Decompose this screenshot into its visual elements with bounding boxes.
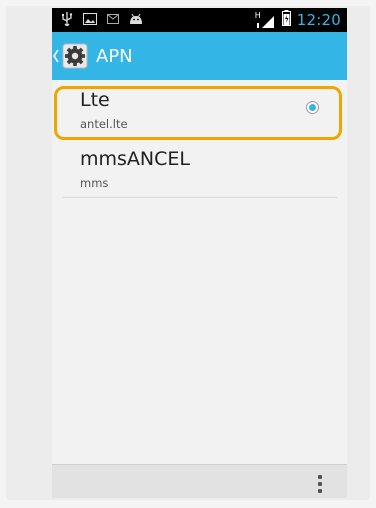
system-status-icons: H 12:20 <box>254 10 341 30</box>
apn-value: antel.lte <box>80 117 128 131</box>
settings-gear-icon[interactable] <box>62 43 88 69</box>
apn-name: mmsANCEL <box>80 148 190 170</box>
image-icon <box>83 12 97 26</box>
apn-item-mmsancel[interactable]: mmsANCEL mms <box>62 139 337 198</box>
usb-icon <box>60 12 74 26</box>
apn-radio-selected[interactable] <box>306 101 319 114</box>
mail-icon <box>106 12 120 26</box>
status-bar: H 12:20 <box>52 8 347 32</box>
status-clock: 12:20 <box>296 11 341 29</box>
android-icon <box>129 12 143 26</box>
apn-value: mms <box>80 176 109 190</box>
bottom-bar <box>52 464 347 498</box>
signal-icon: H <box>254 11 276 29</box>
overflow-menu-icon[interactable] <box>318 475 322 493</box>
notification-icons <box>60 12 143 26</box>
phone-screen: H 12:20 APN Lte antel.lte mmsANCEL mms <box>52 8 347 498</box>
apn-item-lte[interactable]: Lte antel.lte <box>62 80 337 139</box>
radio-dot <box>309 104 316 111</box>
action-bar: APN <box>52 32 347 80</box>
apn-name: Lte <box>80 89 110 111</box>
page-title: APN <box>96 46 133 67</box>
back-chevron-icon[interactable] <box>52 46 60 66</box>
apn-list: Lte antel.lte mmsANCEL mms <box>52 80 347 198</box>
battery-icon <box>281 10 291 30</box>
